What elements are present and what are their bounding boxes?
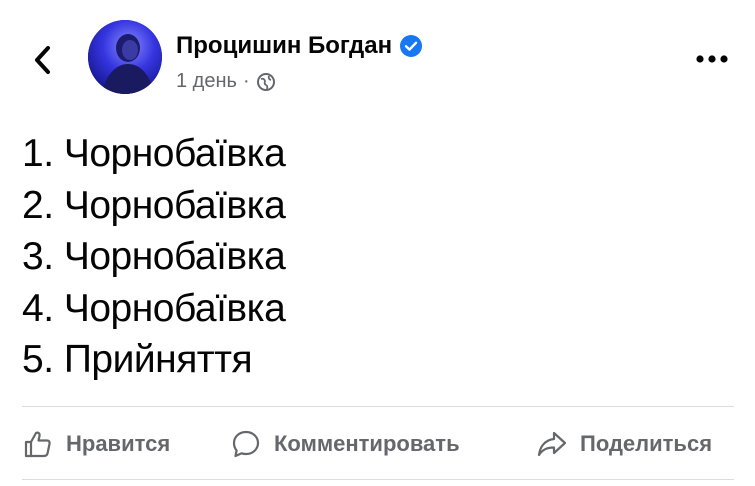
post-text-line: 3. Чорнобаївка (22, 235, 286, 278)
like-button[interactable]: Нравится (22, 422, 170, 466)
more-options-button[interactable] (690, 46, 734, 72)
author-name-text: Процишин Богдан (176, 32, 393, 59)
globe-icon (256, 72, 275, 91)
verified-badge-icon (400, 35, 423, 57)
author-name[interactable]: Процишин Богдан (176, 32, 423, 60)
post-text: 1. Чорнобаївка 2. Чорнобаївка 3. Чорноба… (22, 128, 286, 386)
share-button[interactable]: Поделиться (536, 422, 712, 466)
comment-label: Комментировать (274, 431, 460, 456)
back-arrow-icon (35, 46, 50, 74)
share-arrow-icon (537, 431, 567, 457)
share-label: Поделиться (580, 431, 713, 456)
divider (22, 406, 734, 407)
like-label: Нравится (66, 431, 171, 456)
divider (22, 479, 734, 480)
more-options-icon (696, 55, 728, 63)
avatar[interactable] (88, 20, 162, 94)
post-text-line: 4. Чорнобаївка (22, 286, 286, 330)
post-timestamp[interactable]: 1 день (176, 70, 237, 93)
post-card: Процишин Богдан 1 день · 1. Чорнобаївка … (0, 0, 755, 486)
avatar-photo (88, 20, 162, 94)
meta-separator: · (242, 70, 250, 92)
thumbs-up-icon (24, 431, 51, 458)
comment-bubble-icon (232, 430, 260, 458)
back-button[interactable] (26, 40, 60, 80)
comment-button[interactable]: Комментировать (230, 422, 460, 466)
post-text-line: 5. Прийняття (22, 338, 253, 381)
post-meta: 1 день · (176, 70, 276, 93)
post-text-line: 2. Чорнобаївка (22, 183, 286, 227)
post-text-line: 1. Чорнобаївка (22, 132, 286, 175)
